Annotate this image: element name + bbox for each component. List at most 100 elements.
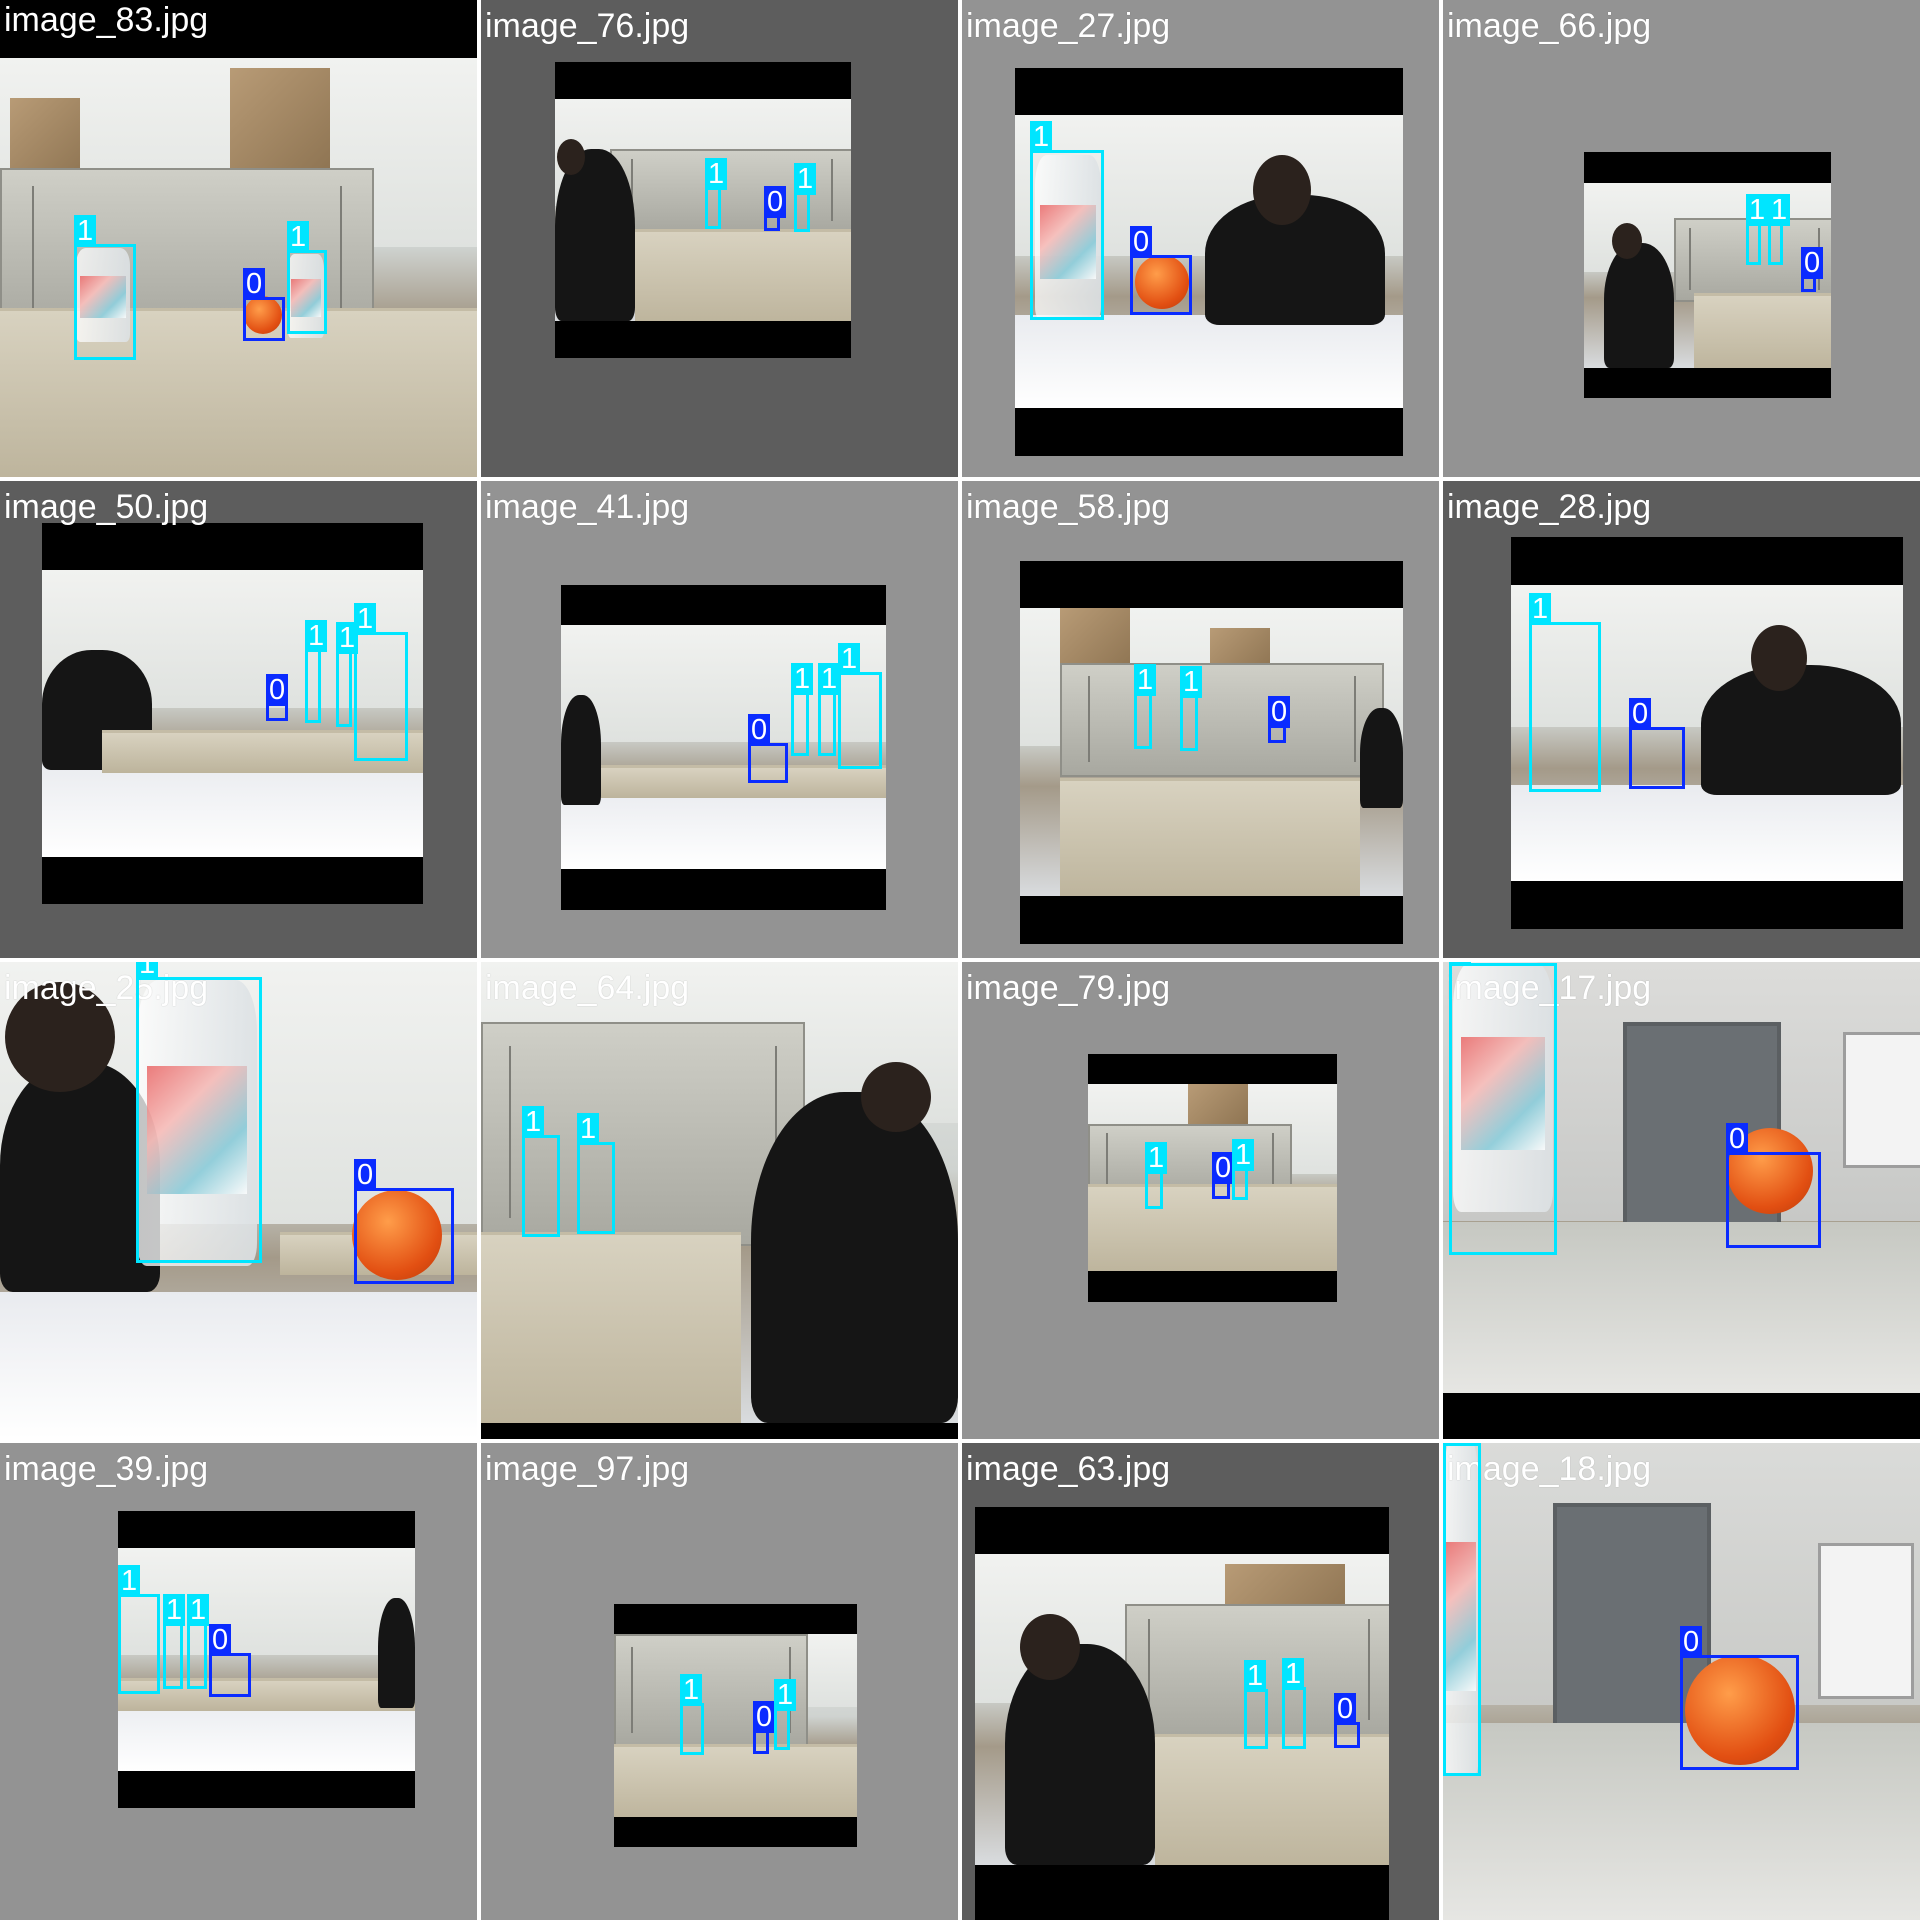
detection-mosaic: image_83.jpg 1 1 0 image_76.jpg 1 0 1 im… bbox=[0, 0, 1920, 1920]
bbox-class-1[interactable]: 1 bbox=[74, 215, 136, 360]
bbox-class-1[interactable]: 1 bbox=[522, 1106, 560, 1237]
mosaic-tile[interactable]: image_66.jpg 1 1 0 bbox=[1443, 0, 1920, 477]
class-label: 1 bbox=[680, 1674, 703, 1706]
bbox-class-0[interactable]: 0 bbox=[1268, 696, 1291, 743]
mosaic-tile[interactable]: image_18.jpg 1 0 bbox=[1443, 1443, 1920, 1920]
bbox-class-1[interactable]: 1 bbox=[336, 622, 359, 727]
mosaic-tile[interactable]: image_28.jpg 1 0 bbox=[1443, 481, 1920, 958]
class-label: 1 bbox=[1443, 1443, 1466, 1446]
image-filename: image_39.jpg bbox=[4, 1450, 209, 1488]
bbox-class-0[interactable]: 0 bbox=[1334, 1693, 1360, 1748]
class-label: 1 bbox=[1282, 1658, 1305, 1690]
bbox-class-1[interactable]: 1 bbox=[705, 158, 728, 229]
bbox-class-0[interactable]: 0 bbox=[753, 1701, 776, 1754]
bbox-class-1[interactable]: 1 bbox=[1134, 664, 1157, 749]
bbox-class-1[interactable]: 1 bbox=[287, 221, 327, 334]
mosaic-tile[interactable]: image_83.jpg 1 1 0 bbox=[0, 0, 477, 477]
mosaic-tile[interactable]: image_76.jpg 1 0 1 bbox=[481, 0, 958, 477]
class-label: 0 bbox=[764, 186, 787, 218]
class-label: 1 bbox=[705, 158, 728, 190]
bbox-class-1[interactable]: 1 bbox=[1145, 1142, 1168, 1209]
mosaic-tile[interactable]: image_41.jpg 0 1 1 1 bbox=[481, 481, 958, 958]
mosaic-tile[interactable]: image_58.jpg 1 1 0 bbox=[962, 481, 1439, 958]
image-filename: image_63.jpg bbox=[966, 1450, 1171, 1488]
bbox-class-1[interactable]: 1 bbox=[791, 663, 814, 756]
bbox-class-0[interactable]: 0 bbox=[1130, 226, 1192, 315]
bbox-class-1[interactable]: 1 bbox=[1282, 1658, 1306, 1749]
class-label: 1 bbox=[354, 603, 377, 635]
image-filename: image_41.jpg bbox=[485, 488, 690, 526]
class-label: 1 bbox=[305, 620, 328, 652]
bbox-class-1[interactable]: 1 bbox=[774, 1679, 797, 1750]
bbox-class-1[interactable]: 1 bbox=[680, 1674, 704, 1755]
class-label: 0 bbox=[1801, 247, 1824, 279]
class-label: 1 bbox=[522, 1106, 545, 1138]
bbox-class-0[interactable]: 0 bbox=[1680, 1626, 1799, 1770]
bbox-class-1[interactable]: 1 bbox=[1746, 194, 1769, 265]
mosaic-tile[interactable]: image_25.jpg 1 0 bbox=[0, 962, 477, 1439]
mosaic-tile[interactable]: image_97.jpg 1 0 1 bbox=[481, 1443, 958, 1920]
class-label: 1 bbox=[1030, 121, 1053, 153]
bbox-class-1[interactable]: 1 bbox=[1768, 194, 1791, 265]
bbox-class-1[interactable]: 1 bbox=[1449, 962, 1557, 1255]
bbox-class-0[interactable]: 0 bbox=[764, 186, 787, 231]
bbox-class-0[interactable]: 0 bbox=[243, 268, 285, 341]
image-filename: image_97.jpg bbox=[485, 1450, 690, 1488]
bbox-class-1[interactable]: 1 bbox=[163, 1594, 186, 1689]
mosaic-tile[interactable]: image_64.jpg 1 1 bbox=[481, 962, 958, 1439]
image-filename: image_58.jpg bbox=[966, 488, 1171, 526]
class-label: 0 bbox=[1680, 1626, 1703, 1658]
class-label: 1 bbox=[1746, 194, 1769, 226]
bbox-class-1[interactable]: 1 bbox=[187, 1594, 210, 1689]
class-label: 1 bbox=[1529, 593, 1552, 625]
image-filename: image_27.jpg bbox=[966, 7, 1171, 45]
bbox-class-1[interactable]: 1 bbox=[1443, 1443, 1481, 1776]
bbox-class-1[interactable]: 1 bbox=[577, 1113, 615, 1234]
photo bbox=[975, 1554, 1389, 1865]
class-label: 1 bbox=[774, 1679, 797, 1711]
bbox-class-1[interactable]: 1 bbox=[794, 163, 817, 232]
mosaic-tile[interactable]: image_17.jpg 1 0 bbox=[1443, 962, 1920, 1439]
class-label: 1 bbox=[287, 221, 310, 253]
mosaic-tile[interactable]: image_79.jpg 1 0 1 bbox=[962, 962, 1439, 1439]
class-label: 0 bbox=[1268, 696, 1291, 728]
class-label: 1 bbox=[136, 962, 159, 980]
bbox-class-0[interactable]: 0 bbox=[748, 714, 788, 783]
bbox-class-1[interactable]: 1 bbox=[1244, 1660, 1268, 1749]
class-label: 1 bbox=[1244, 1660, 1267, 1692]
bbox-class-0[interactable]: 0 bbox=[1801, 247, 1824, 292]
mosaic-tile[interactable]: image_39.jpg 1 1 1 0 bbox=[0, 1443, 477, 1920]
class-label: 0 bbox=[243, 268, 266, 300]
class-label: 1 bbox=[1180, 666, 1203, 698]
class-label: 1 bbox=[1134, 664, 1157, 696]
class-label: 0 bbox=[748, 714, 771, 746]
bbox-class-0[interactable]: 0 bbox=[1726, 1123, 1821, 1248]
class-label: 1 bbox=[1449, 962, 1472, 966]
mosaic-tile[interactable]: image_63.jpg 1 1 0 bbox=[962, 1443, 1439, 1920]
bbox-class-1[interactable]: 1 bbox=[1180, 666, 1203, 751]
bbox-class-0[interactable]: 0 bbox=[1212, 1152, 1235, 1199]
bbox-class-1[interactable]: 1 bbox=[1030, 121, 1104, 320]
class-label: 1 bbox=[1145, 1142, 1168, 1174]
class-label: 0 bbox=[1726, 1123, 1749, 1155]
bbox-class-1[interactable]: 1 bbox=[818, 663, 841, 756]
class-label: 0 bbox=[354, 1159, 377, 1191]
bbox-class-1[interactable]: 1 bbox=[838, 643, 882, 769]
bbox-class-1[interactable]: 1 bbox=[354, 603, 408, 761]
image-filename: image_79.jpg bbox=[966, 969, 1171, 1007]
bbox-class-0[interactable]: 0 bbox=[266, 674, 289, 721]
mosaic-tile[interactable]: image_50.jpg 0 1 1 1 bbox=[0, 481, 477, 958]
class-label: 1 bbox=[791, 663, 814, 695]
bbox-class-1[interactable]: 1 bbox=[118, 1565, 160, 1694]
bbox-class-1[interactable]: 1 bbox=[1529, 593, 1601, 792]
bbox-class-1[interactable]: 1 bbox=[136, 962, 262, 1263]
bbox-class-0[interactable]: 0 bbox=[209, 1624, 251, 1697]
class-label: 0 bbox=[1629, 698, 1652, 730]
bbox-class-1[interactable]: 1 bbox=[1232, 1139, 1255, 1200]
mosaic-tile[interactable]: image_27.jpg 1 0 bbox=[962, 0, 1439, 477]
bbox-class-1[interactable]: 1 bbox=[305, 620, 328, 723]
class-label: 0 bbox=[209, 1624, 232, 1656]
class-label: 1 bbox=[794, 163, 817, 195]
bbox-class-0[interactable]: 0 bbox=[1629, 698, 1685, 789]
bbox-class-0[interactable]: 0 bbox=[354, 1159, 454, 1284]
